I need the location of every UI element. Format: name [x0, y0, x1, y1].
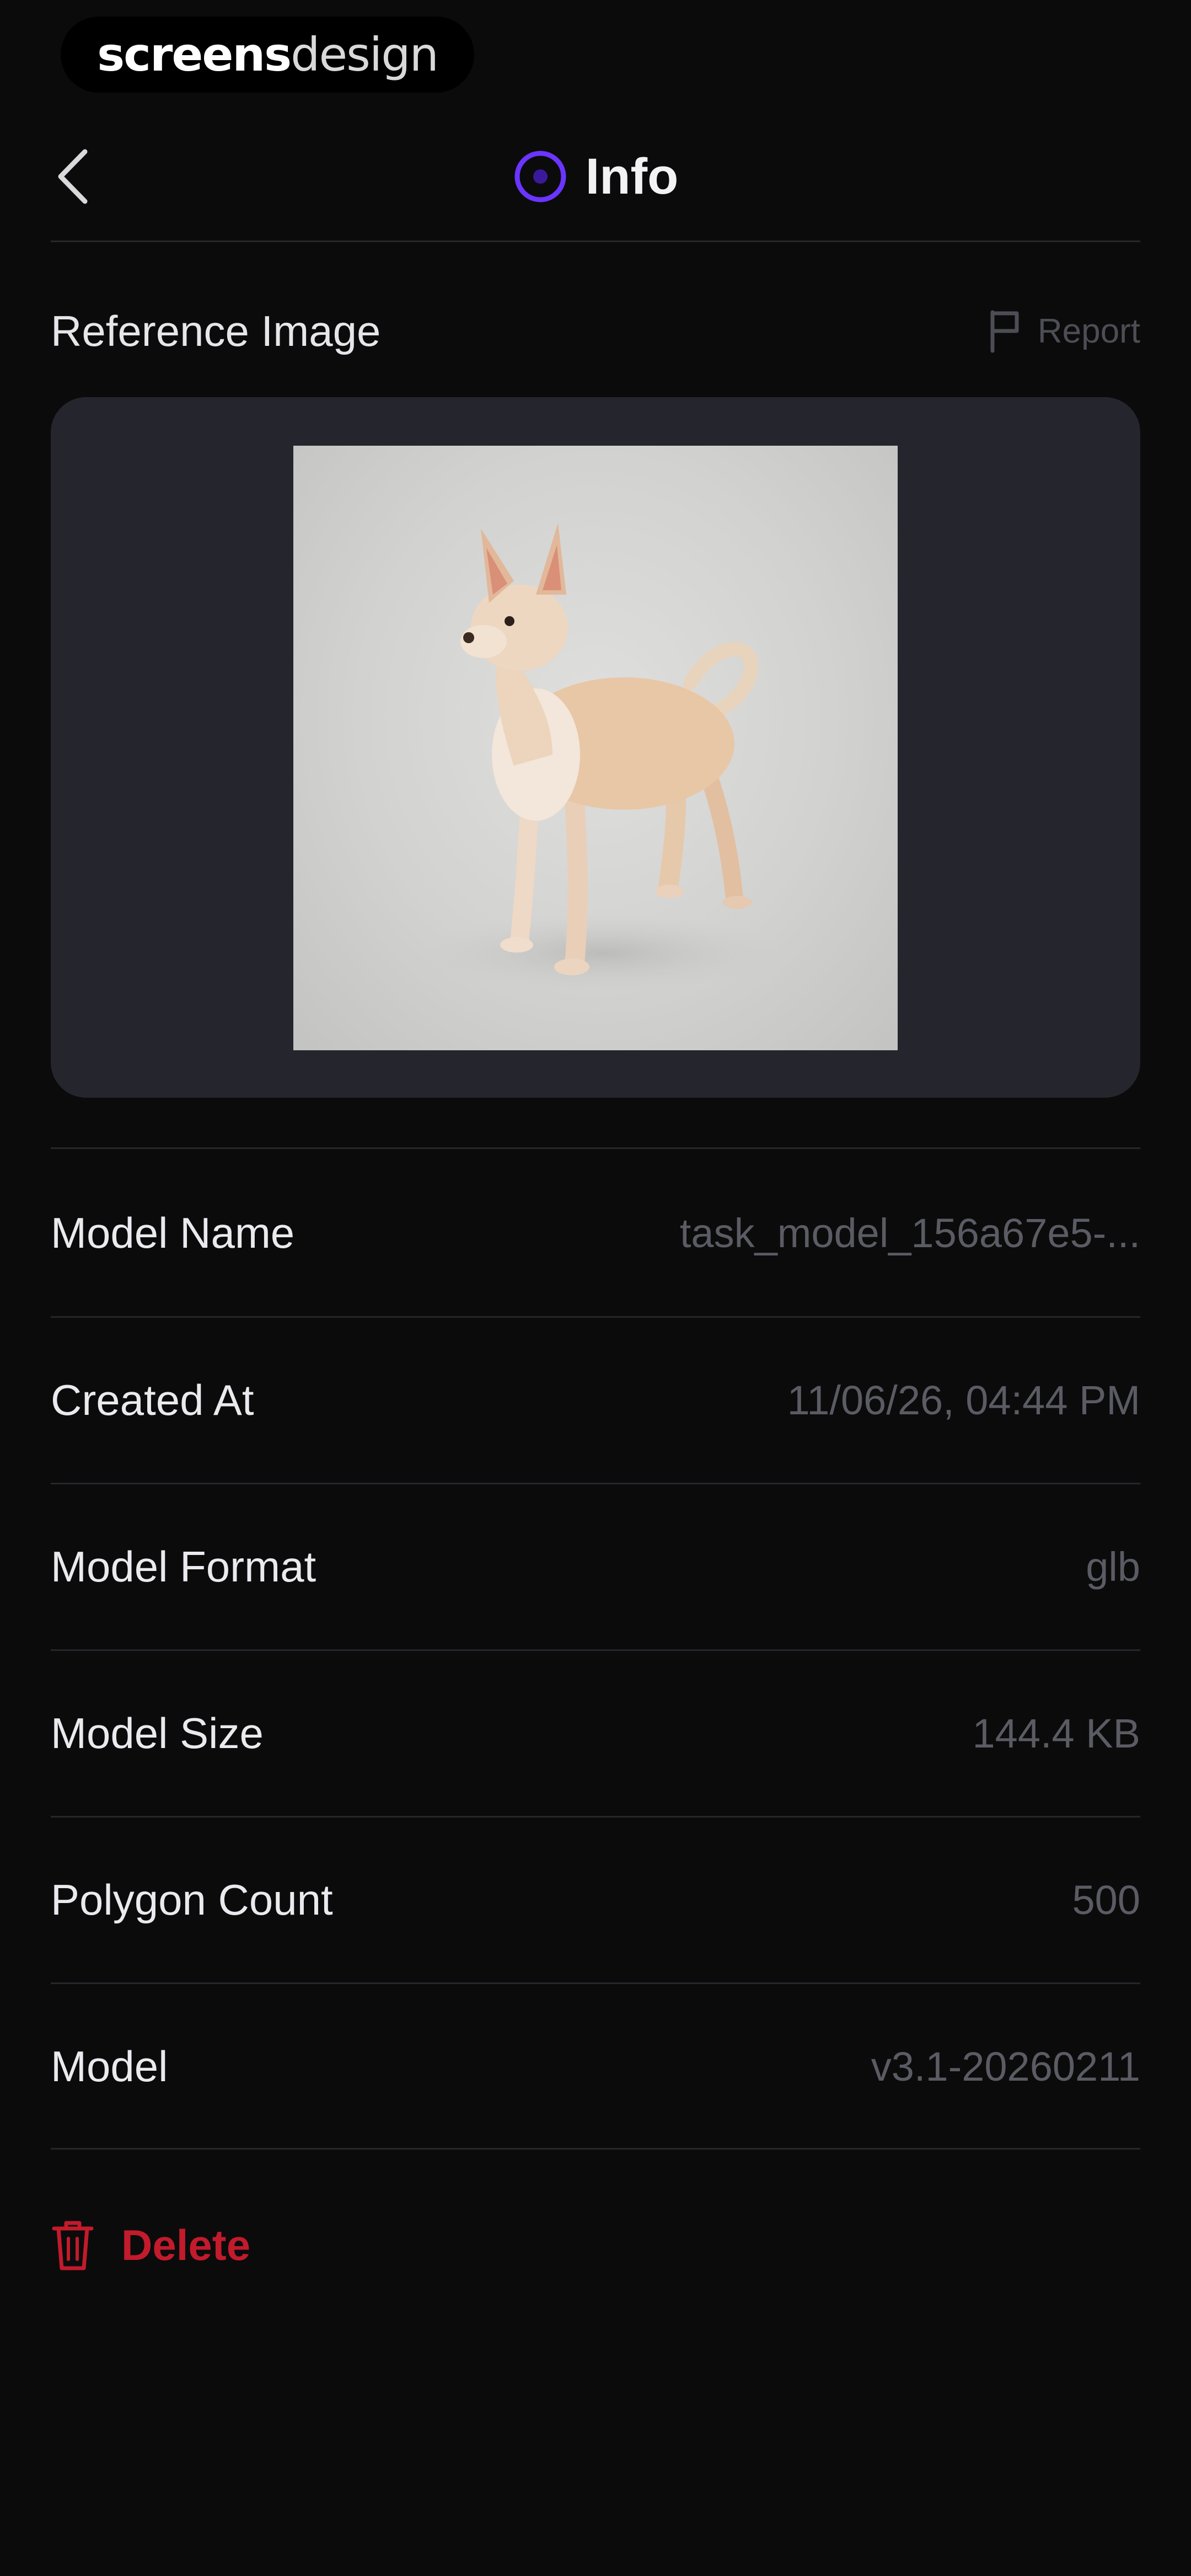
detail-row-polygon-count: Polygon Count 500 [51, 1817, 1140, 1982]
watermark-part1: screens [97, 28, 292, 82]
watermark-part2: design [291, 28, 439, 82]
report-label: Report [1037, 312, 1140, 350]
delete-label: Delete [121, 2220, 251, 2269]
reference-image-card[interactable] [51, 397, 1140, 1098]
trash-icon [52, 2221, 94, 2270]
detail-value: glb [1086, 1543, 1140, 1590]
flag-icon [990, 310, 1019, 353]
detail-value: 11/06/26, 04:44 PM [787, 1377, 1140, 1423]
detail-label: Polygon Count [51, 1875, 333, 1924]
detail-row-model-version: Model v3.1-20260211 [51, 1984, 1140, 2149]
report-button[interactable]: Report [988, 309, 1140, 353]
detail-value: v3.1-20260211 [871, 2043, 1140, 2089]
detail-label: Model Size [51, 1708, 264, 1757]
header-divider [51, 241, 1140, 242]
header-title-group: Info [0, 142, 1191, 211]
detail-value: task_model_156a67e5-... [679, 1210, 1140, 1256]
detail-label: Model Name [51, 1208, 295, 1257]
dog-image [420, 523, 784, 992]
section-divider [51, 1147, 1140, 1149]
detail-row-model-name: Model Name task_model_156a67e5-... [51, 1150, 1140, 1316]
info-icon [513, 149, 568, 204]
header-bar: Info [0, 116, 1191, 237]
detail-row-model-format: Model Format glb [51, 1484, 1140, 1649]
reference-image-label: Reference Image [51, 306, 381, 355]
reference-image-header: Reference Image Report [51, 298, 1140, 364]
reference-photo [293, 446, 898, 1050]
detail-label: Model Format [51, 1542, 316, 1591]
screensdesign-watermark: screens design [61, 17, 474, 93]
detail-row-created-at: Created At 11/06/26, 04:44 PM [51, 1317, 1140, 1483]
page-title: Info [585, 148, 679, 205]
detail-value: 144.4 KB [972, 1710, 1140, 1756]
detail-value: 500 [1072, 1877, 1140, 1923]
detail-row-model-size: Model Size 144.4 KB [51, 1650, 1140, 1816]
detail-label: Created At [51, 1375, 254, 1424]
delete-button[interactable]: Delete [51, 2206, 250, 2284]
detail-label: Model [51, 2041, 168, 2091]
row-divider [51, 2148, 1140, 2150]
